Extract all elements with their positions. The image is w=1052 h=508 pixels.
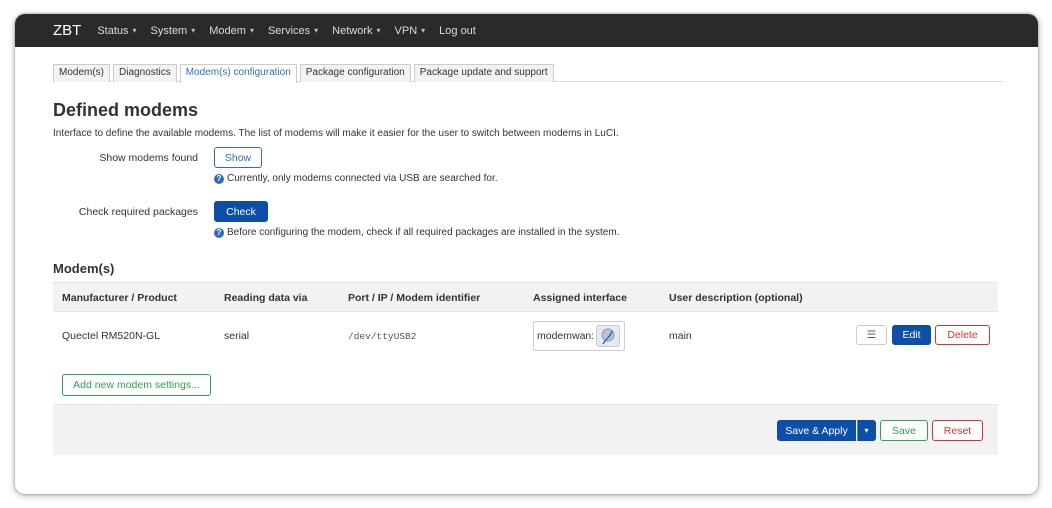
tab-package-configuration[interactable]: Package configuration (299, 64, 411, 82)
form-footer: Save & Apply ▾ Save Reset (53, 404, 998, 455)
nav-network-label: Network (332, 24, 373, 37)
cell-port: /dev/ttyUSB2 (348, 331, 417, 342)
edit-button[interactable]: Edit (892, 325, 931, 345)
row-menu-button[interactable]: ☰ (856, 325, 887, 345)
show-modems-hint-text: Currently, only modems connected via USB… (227, 173, 498, 184)
chevron-down-icon: ▾ (249, 26, 254, 35)
add-modem-button[interactable]: Add new modem settings... (62, 374, 211, 396)
chevron-down-icon: ▾ (376, 26, 381, 35)
nav-system-label: System (150, 24, 188, 37)
cell-reading: serial (224, 330, 250, 342)
chevron-down-icon: ▾ (191, 26, 196, 35)
nav-services-label: Services (267, 24, 311, 37)
nav-vpn-label: VPN (394, 24, 418, 37)
check-packages-hint-text: Before configuring the modem, check if a… (227, 227, 620, 238)
nav-modem[interactable]: Modem ▾ (209, 25, 254, 37)
save-button[interactable]: Save (880, 420, 928, 441)
help-icon: ? (214, 173, 224, 184)
column-header-interface: Assigned interface (533, 292, 627, 304)
check-packages-label: Check required packages (78, 206, 198, 218)
column-header-port: Port / IP / Modem identifier (348, 292, 481, 304)
cell-description: main (669, 330, 692, 342)
chevron-down-icon: ▾ (314, 26, 319, 35)
page-subtitle: Interface to define the available modems… (53, 128, 619, 139)
nav-modem-label: Modem (209, 24, 246, 37)
table-row: Quectel RM520N-GL serial /dev/ttyUSB2 mo… (53, 312, 998, 360)
show-modems-button[interactable]: Show (214, 147, 262, 168)
nav-status-label: Status (97, 24, 129, 37)
check-packages-hint: ? Before configuring the modem, check if… (214, 227, 619, 238)
tab-modems-configuration[interactable]: Modem(s) configuration (179, 64, 297, 83)
show-modems-hint: ? Currently, only modems connected via U… (214, 173, 498, 184)
nav-network[interactable]: Network ▾ (332, 25, 380, 37)
nav-logout-label: Log out (439, 24, 476, 37)
tab-package-update-support[interactable]: Package update and support (413, 64, 554, 82)
page-title: Defined modems (53, 100, 199, 120)
column-header-manufacturer: Manufacturer / Product (62, 292, 177, 304)
nav-system[interactable]: System ▾ (151, 25, 196, 37)
brand-logo[interactable]: ZBT (53, 22, 81, 39)
modems-section-title: Modem(s) (53, 261, 115, 276)
check-packages-button[interactable]: Check (214, 201, 268, 222)
modems-table-header: Manufacturer / Product Reading data via … (53, 282, 998, 312)
column-header-reading: Reading data via (224, 292, 308, 304)
assigned-interface-badge[interactable]: modemwan: (533, 321, 625, 351)
show-modems-label: Show modems found (99, 152, 198, 164)
nav-status[interactable]: Status ▾ (97, 25, 136, 37)
tab-bar: Modem(s) Diagnostics Modem(s) configurat… (53, 64, 1003, 83)
tab-diagnostics[interactable]: Diagnostics (113, 64, 177, 82)
browser-window: ZBT Status ▾ System ▾ Modem ▾ Services ▾… (15, 14, 1038, 494)
help-icon: ? (214, 227, 224, 238)
nav-services[interactable]: Services ▾ (268, 25, 318, 37)
column-header-description: User description (optional) (669, 292, 803, 304)
nav-vpn[interactable]: VPN ▾ (395, 25, 426, 37)
top-navbar: ZBT Status ▾ System ▾ Modem ▾ Services ▾… (15, 14, 1038, 47)
tab-modems[interactable]: Modem(s) (53, 64, 111, 82)
nav-logout[interactable]: Log out (439, 25, 476, 37)
delete-button[interactable]: Delete (935, 325, 990, 345)
network-interface-icon (596, 325, 620, 347)
save-apply-button[interactable]: Save & Apply (777, 420, 856, 441)
chevron-down-icon: ▾ (421, 26, 426, 35)
save-apply-dropdown-icon[interactable]: ▾ (857, 420, 876, 441)
interface-name: modemwan: (537, 330, 595, 342)
reset-button[interactable]: Reset (932, 420, 983, 441)
chevron-down-icon: ▾ (132, 26, 137, 35)
cell-product: Quectel RM520N-GL (62, 330, 161, 342)
